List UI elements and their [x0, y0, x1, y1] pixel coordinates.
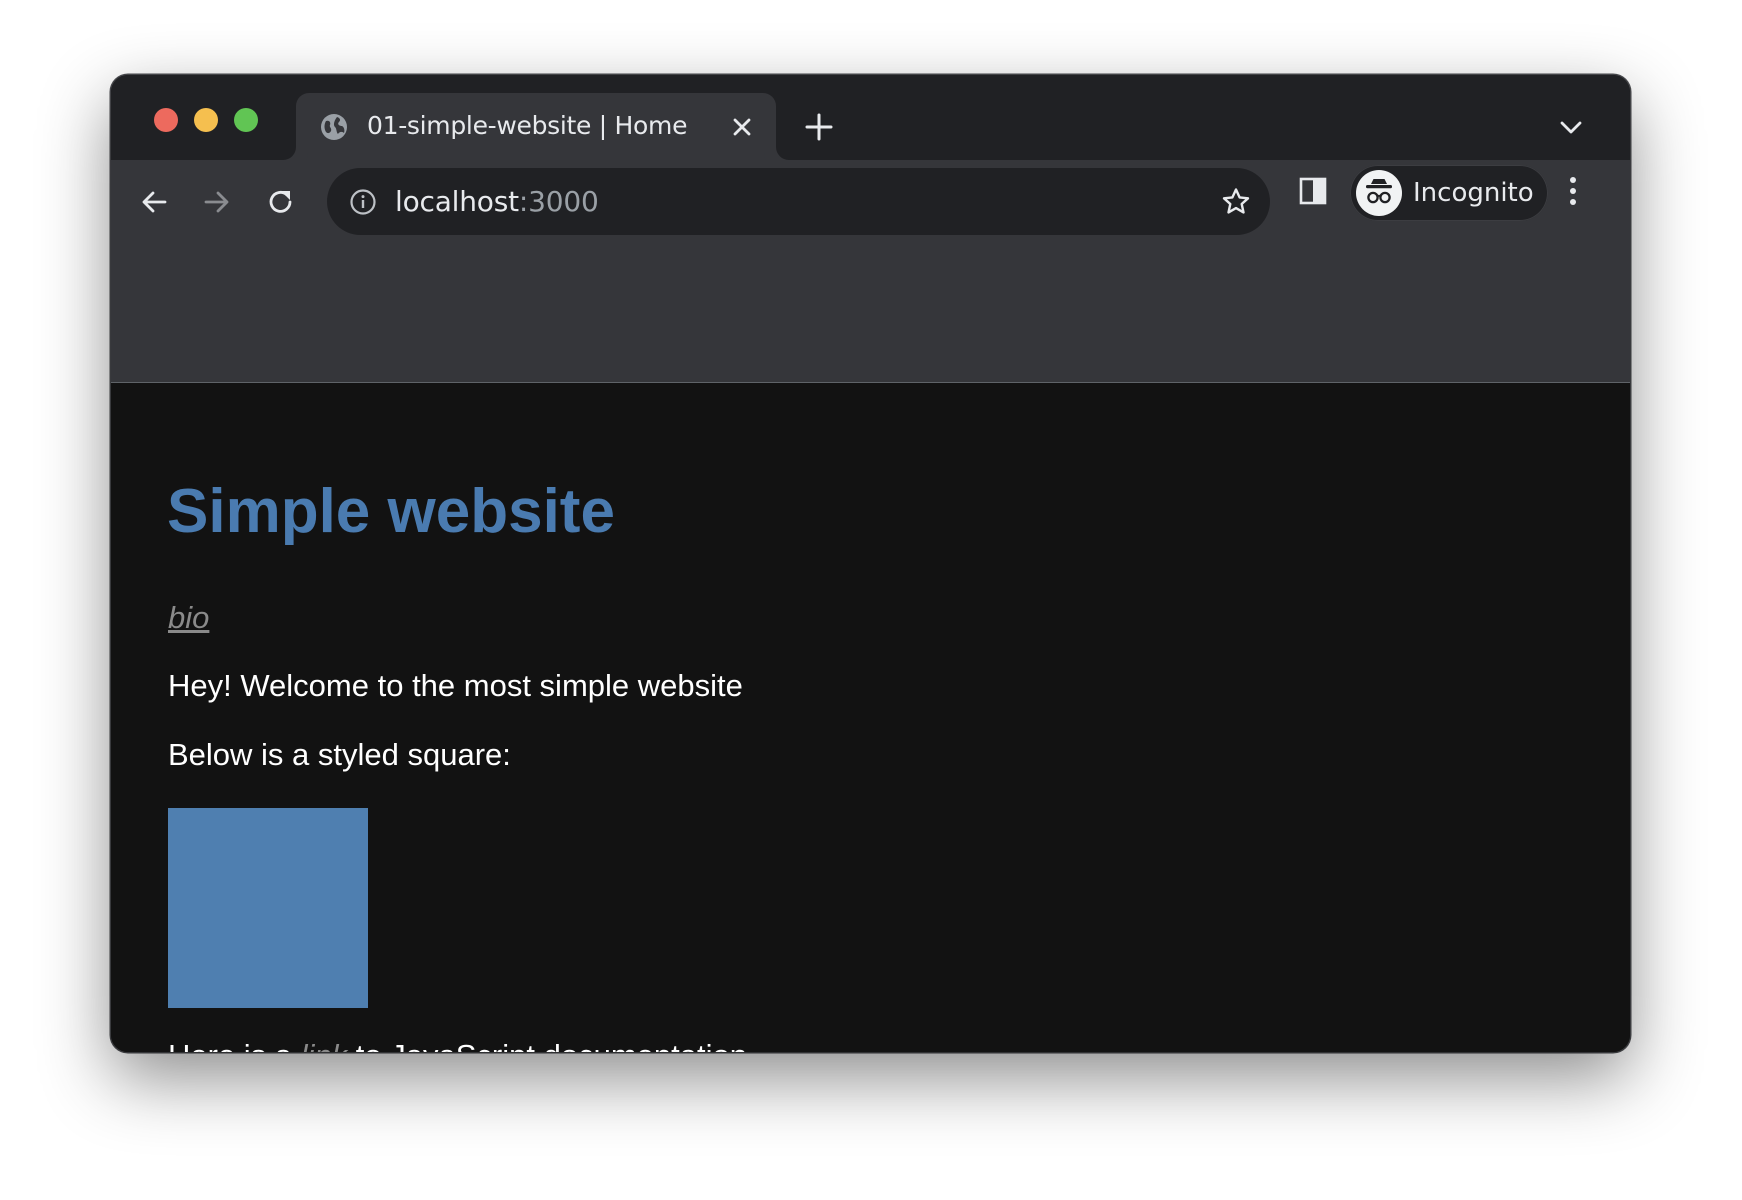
incognito-label: Incognito — [1413, 178, 1534, 208]
bookmarks-area — [111, 240, 1630, 383]
square-intro-text: Below is a styled square: — [168, 737, 511, 772]
new-tab-button[interactable] — [804, 112, 834, 142]
globe-icon — [321, 114, 347, 140]
address-url[interactable]: localhost:3000 — [395, 185, 599, 218]
tab-title: 01-simple-website | Home — [367, 111, 688, 140]
footer-text: Here is a link to JavaScript documentati… — [168, 1038, 747, 1052]
zoom-window-button[interactable] — [234, 108, 258, 132]
styled-square — [168, 808, 368, 1008]
browser-window: 01-simple-website | Home localhost:3000 … — [111, 75, 1630, 1052]
incognito-icon — [1356, 170, 1402, 216]
minimize-window-button[interactable] — [194, 108, 218, 132]
tab-active[interactable]: 01-simple-website | Home — [296, 93, 776, 160]
page-content: Simple website bio Hey! Welcome to the m… — [111, 384, 1630, 1052]
close-window-button[interactable] — [154, 108, 178, 132]
bookmark-star-icon[interactable] — [1220, 186, 1252, 218]
forward-arrow-icon[interactable] — [202, 187, 232, 217]
incognito-profile-button[interactable]: Incognito — [1350, 165, 1548, 221]
javascript-docs-link[interactable]: link — [301, 1038, 348, 1052]
back-arrow-icon[interactable] — [139, 187, 169, 217]
page-title: Simple website — [167, 477, 615, 546]
address-bar[interactable]: localhost:3000 — [327, 168, 1270, 235]
reload-icon[interactable] — [266, 187, 296, 217]
tab-strip: 01-simple-website | Home — [111, 75, 1630, 160]
bio-link[interactable]: bio — [168, 600, 209, 636]
kebab-menu-icon[interactable] — [1568, 173, 1578, 209]
welcome-text: Hey! Welcome to the most simple website — [168, 668, 743, 703]
site-info-icon[interactable] — [349, 188, 377, 216]
side-panel-icon[interactable] — [1298, 176, 1328, 206]
close-icon[interactable] — [730, 115, 754, 139]
chevron-down-icon[interactable] — [1558, 115, 1584, 139]
